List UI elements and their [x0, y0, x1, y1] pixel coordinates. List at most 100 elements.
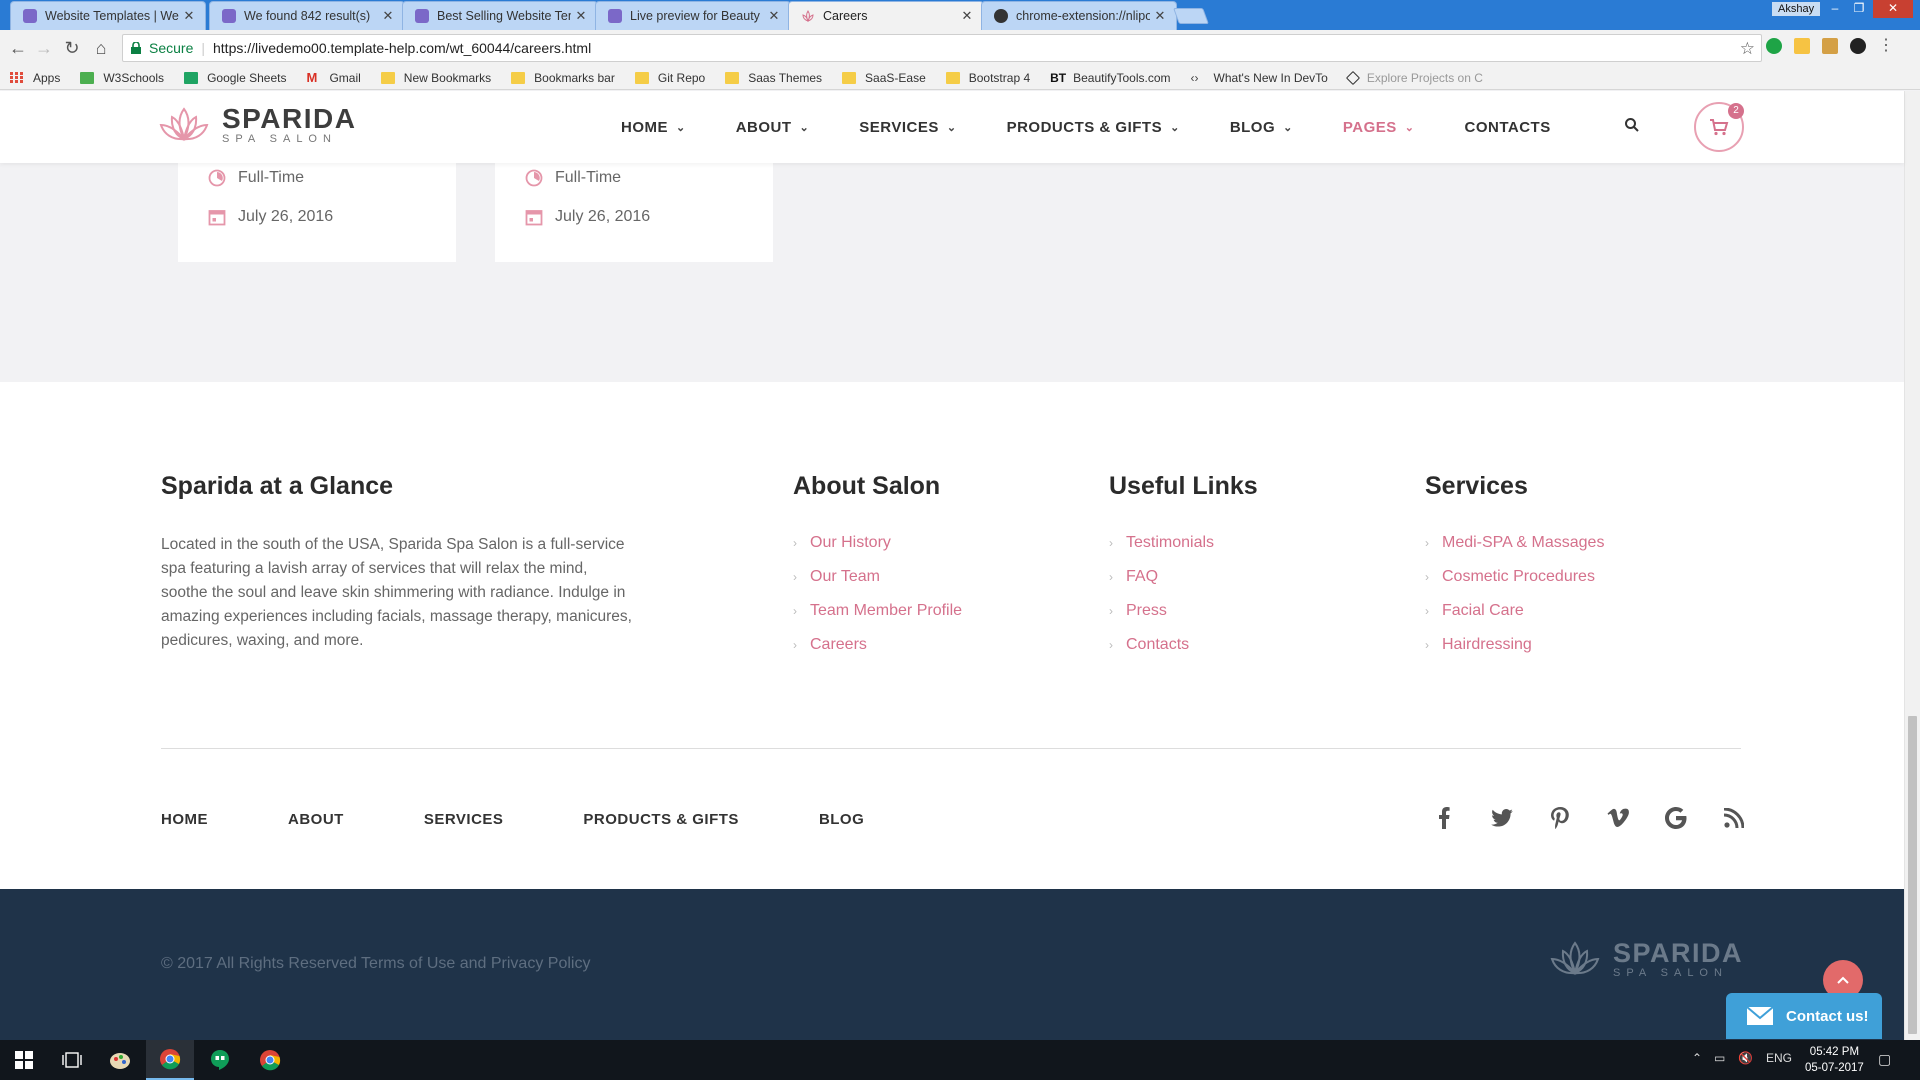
bookmark-saas-themes[interactable]: Saas Themes [725, 71, 822, 85]
profile-name[interactable]: Akshay [1772, 2, 1821, 16]
browser-tab[interactable]: Live preview for Beauty F ✕ [595, 1, 791, 30]
forward-icon[interactable]: → [34, 38, 54, 58]
volume-icon[interactable]: 🔇 [1738, 1051, 1753, 1065]
green-extension-icon[interactable] [1766, 38, 1782, 54]
chrome-app-icon[interactable] [146, 1040, 194, 1080]
task-view-icon[interactable] [48, 1040, 96, 1080]
chevron-right-icon: › [793, 536, 797, 550]
bookmark-saas-ease[interactable]: SaaS-Ease [842, 71, 926, 85]
bookmark-gmail[interactable]: M Gmail [306, 71, 360, 85]
close-tab-icon[interactable]: ✕ [183, 8, 195, 24]
star-extension-icon[interactable] [1794, 38, 1810, 54]
footer-nav-products-gifts[interactable]: PRODUCTS & GIFTS [583, 811, 739, 828]
vimeo-icon[interactable] [1604, 804, 1632, 832]
footer-link-careers[interactable]: › Careers [793, 636, 962, 670]
bookmark-bootstrap-4[interactable]: Bootstrap 4 [945, 70, 1031, 85]
pinterest-icon[interactable] [1546, 804, 1574, 832]
browser-tab[interactable]: We found 842 result(s) ✕ [209, 1, 405, 30]
cart-button[interactable]: 2 [1694, 102, 1744, 152]
paint-app-icon[interactable] [96, 1040, 144, 1080]
reload-icon[interactable]: ↻ [62, 38, 82, 58]
footer-link-contacts[interactable]: › Contacts [1109, 636, 1214, 670]
address-bar[interactable]: Secure | https://livedemo00.template-hel… [122, 34, 1762, 62]
bookmark-devtools[interactable]: ‹› What's New In DevTo [1191, 71, 1328, 85]
close-tab-icon[interactable]: ✕ [382, 8, 394, 24]
bookmark-star-icon[interactable]: ☆ [1740, 39, 1755, 59]
browser-tab-active[interactable]: Careers ✕ [788, 1, 984, 30]
search-icon[interactable] [1624, 117, 1642, 135]
nav-item-products-gifts[interactable]: PRODUCTS & GIFTS ⌄ [1007, 119, 1180, 136]
contact-us-button[interactable]: Contact us! [1726, 993, 1882, 1039]
tray-overflow-icon[interactable]: ⌃ [1692, 1051, 1702, 1065]
glance-text: Located in the south of the USA, Sparida… [161, 536, 632, 649]
bookmark-codepen[interactable]: Explore Projects on C [1345, 70, 1483, 85]
close-window-icon[interactable]: ✕ [1873, 0, 1913, 18]
separator: | [201, 40, 205, 56]
nav-item-home[interactable]: HOME ⌄ [621, 119, 686, 136]
footer-nav-services[interactable]: SERVICES [424, 811, 504, 828]
close-tab-icon[interactable]: ✕ [575, 8, 587, 24]
url-text[interactable]: https://livedemo00.template-help.com/wt_… [213, 40, 591, 56]
chrome-app-icon-2[interactable] [246, 1040, 294, 1080]
close-tab-icon[interactable]: ✕ [1154, 8, 1166, 24]
footer-link-press[interactable]: › Press [1109, 602, 1214, 636]
dark-extension-icon[interactable] [1850, 38, 1866, 54]
footer-nav-blog[interactable]: BLOG [819, 811, 864, 828]
facebook-icon[interactable] [1430, 804, 1458, 832]
notifications-icon[interactable]: ▢ [1878, 1051, 1891, 1068]
bookmark-beautifytools[interactable]: BT BeautifyTools.com [1050, 71, 1170, 85]
rss-icon[interactable] [1720, 804, 1748, 832]
job-card[interactable]: Full-Time July 26, 2016 [495, 163, 773, 262]
bookmark-w3schools[interactable]: W3Schools [80, 71, 164, 85]
main-nav: HOME ⌄ ABOUT ⌄ SERVICES ⌄ PRODUCTS & GIFTS ⌄… [621, 91, 1601, 163]
minimize-icon[interactable]: – [1824, 0, 1846, 18]
bookmark-label: Bootstrap 4 [968, 70, 1031, 85]
bookmark-apps[interactable]: Apps [10, 71, 60, 85]
menu-icon[interactable]: ⋮ [1878, 38, 1894, 54]
twitter-icon[interactable] [1488, 804, 1516, 832]
footer-nav-about[interactable]: ABOUT [288, 811, 344, 828]
nav-item-pages[interactable]: PAGES ⌄ [1343, 119, 1415, 136]
page-scrollbar[interactable] [1904, 91, 1920, 1040]
job-card[interactable]: Full-Time July 26, 2016 [178, 163, 456, 262]
footer-link-faq[interactable]: › FAQ [1109, 568, 1214, 602]
network-icon[interactable]: ▭ [1714, 1051, 1725, 1065]
footer-link-testimonials[interactable]: › Testimonials [1109, 534, 1214, 568]
footer-link-team-member-profile[interactable]: › Team Member Profile [793, 602, 962, 636]
hangouts-app-icon[interactable] [196, 1040, 244, 1080]
nav-item-services[interactable]: SERVICES ⌄ [859, 119, 956, 136]
restore-icon[interactable]: ❐ [1848, 0, 1870, 18]
new-tab-button[interactable] [1173, 8, 1209, 24]
footer-logo[interactable]: SPARIDA SPA SALON [1549, 939, 1743, 979]
windows-start-icon[interactable] [0, 1040, 48, 1080]
footer-link-facial-care[interactable]: › Facial Care [1425, 602, 1604, 636]
nav-item-blog[interactable]: BLOG ⌄ [1230, 119, 1293, 136]
google-icon[interactable] [1662, 804, 1690, 832]
bookmark-git-repo[interactable]: Git Repo [634, 71, 705, 85]
close-tab-icon[interactable]: ✕ [961, 8, 973, 24]
folder-extension-icon[interactable] [1822, 38, 1838, 54]
bookmark-new-bookmarks[interactable]: New Bookmarks [380, 71, 491, 85]
logo-tagline: SPA SALON [222, 133, 337, 145]
system-clock[interactable]: 05:42 PM 05-07-2017 [1805, 1044, 1864, 1076]
footer-nav-home[interactable]: HOME [161, 811, 208, 828]
site-logo[interactable]: SPARIDA SPA SALON [158, 105, 356, 145]
browser-tab[interactable]: Best Selling Website Tem ✕ [402, 1, 598, 30]
nav-item-about[interactable]: ABOUT ⌄ [736, 119, 810, 136]
footer-link-our-history[interactable]: › Our History [793, 534, 962, 568]
close-tab-icon[interactable]: ✕ [768, 8, 780, 24]
home-icon[interactable]: ⌂ [91, 38, 111, 58]
footer-link-our-team[interactable]: › Our Team [793, 568, 962, 602]
footer-link-cosmetic-procedures[interactable]: › Cosmetic Procedures [1425, 568, 1604, 602]
footer-link-hairdressing[interactable]: › Hairdressing [1425, 636, 1604, 670]
browser-tab[interactable]: Website Templates | Web ✕ [10, 1, 206, 30]
nav-item-contacts[interactable]: CONTACTS [1465, 119, 1551, 136]
scrollbar-thumb[interactable] [1908, 716, 1917, 1034]
bookmark-google-sheets[interactable]: Google Sheets [184, 71, 286, 85]
language-indicator[interactable]: ENG [1766, 1051, 1792, 1065]
footer-link-medi-spa[interactable]: › Medi-SPA & Massages [1425, 534, 1604, 568]
back-icon[interactable]: ← [8, 38, 28, 58]
folder-icon [945, 71, 960, 84]
browser-tab[interactable]: chrome-extension://nlipo ✕ [981, 1, 1177, 30]
bookmark-bookmarks-bar[interactable]: Bookmarks bar [511, 71, 615, 85]
